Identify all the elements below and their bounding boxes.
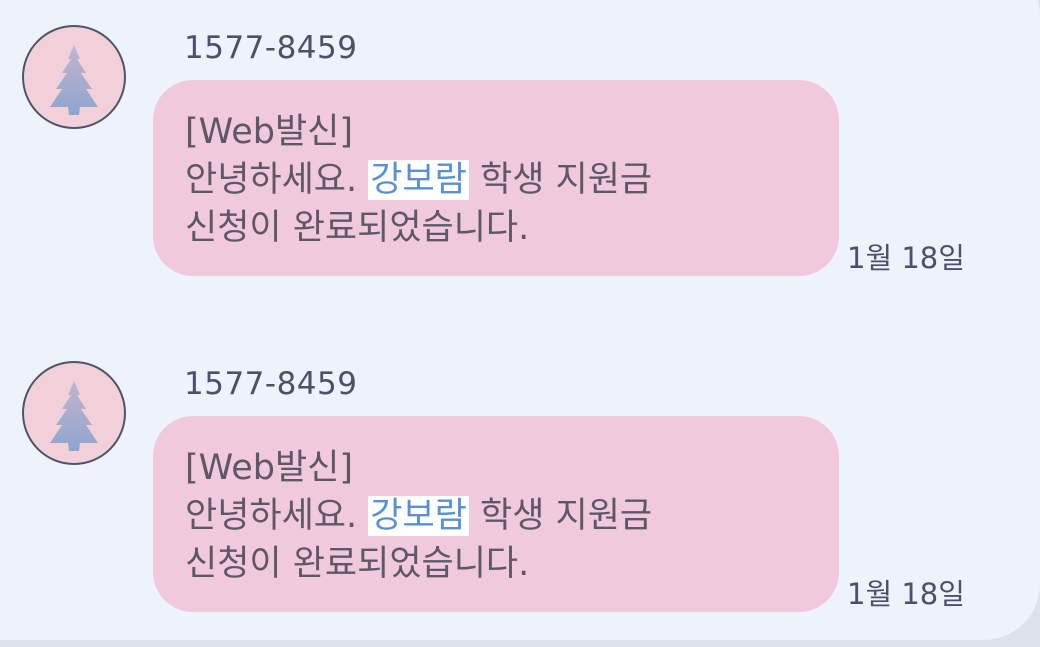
- message-text: 학생 지원금: [468, 160, 653, 200]
- message-line: [Web발신]: [185, 112, 354, 152]
- message-text: 안녕하세요.: [185, 496, 369, 536]
- message-bubble[interactable]: [Web발신] 안녕하세요. 강보람 학생 지원금 신청이 완료되었습니다.: [153, 80, 839, 276]
- sender-avatar[interactable]: [22, 361, 126, 465]
- message-line: 안녕하세요. 강보람 학생 지원금: [185, 156, 839, 204]
- message-timestamp: 1월 18일: [847, 577, 965, 611]
- tree-icon: [50, 381, 98, 451]
- message-bubble[interactable]: [Web발신] 안녕하세요. 강보람 학생 지원금 신청이 완료되었습니다.: [153, 416, 839, 612]
- sender-avatar[interactable]: [22, 25, 126, 129]
- sender-number: 1577-8459: [184, 30, 358, 66]
- message-text: 안녕하세요.: [185, 160, 369, 200]
- message-text: 학생 지원금: [468, 496, 653, 536]
- message-item: 1577-8459 [Web발신] 안녕하세요. 강보람 학생 지원금 신청이 …: [0, 0, 1040, 300]
- message-timestamp: 1월 18일: [847, 241, 965, 275]
- message-line: 신청이 완료되었습니다.: [185, 544, 530, 584]
- sender-number: 1577-8459: [184, 366, 358, 402]
- tree-icon: [50, 45, 98, 115]
- highlighted-name: 강보람: [368, 496, 469, 536]
- message-item: 1577-8459 [Web발신] 안녕하세요. 강보람 학생 지원금 신청이 …: [0, 336, 1040, 636]
- message-line: 신청이 완료되었습니다.: [185, 208, 530, 248]
- highlighted-name: 강보람: [368, 160, 469, 200]
- message-line: 안녕하세요. 강보람 학생 지원금: [185, 492, 839, 540]
- message-line: [Web발신]: [185, 448, 354, 488]
